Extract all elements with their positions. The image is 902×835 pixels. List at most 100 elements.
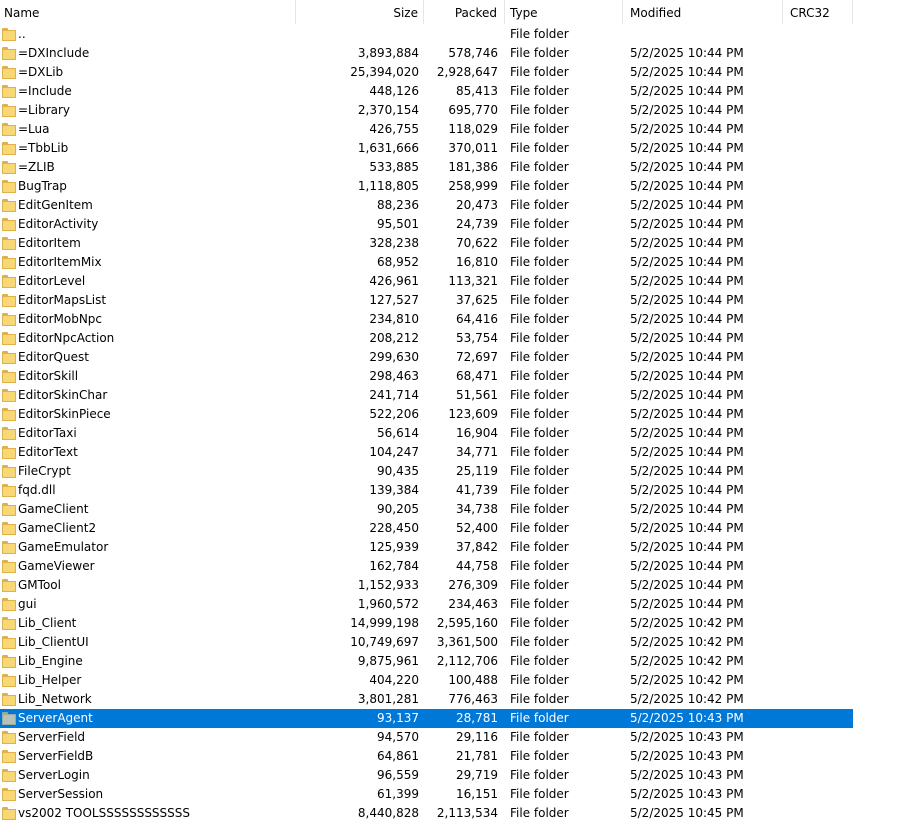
list-item[interactable]: Lib_Engine 9,875,961 2,112,706 File folder 5… (0, 652, 902, 671)
list-item[interactable]: EditorMapsList 127,527 37,625 File folder 5/… (0, 291, 902, 310)
item-packed: 24,739 (456, 217, 498, 231)
item-crc32 (790, 690, 850, 709)
list-item[interactable]: Lib_ClientUI 10,749,697 3,361,500 File fold… (0, 633, 902, 652)
item-size: 426,961 (369, 274, 419, 288)
column-header-size[interactable]: Size (296, 0, 424, 24)
list-item[interactable]: GMTool 1,152,933 276,309 File folder 5/2/202… (0, 576, 902, 595)
list-item[interactable]: EditorMobNpc 234,810 64,416 File folder 5/2/… (0, 310, 902, 329)
item-name: ServerLogin (18, 768, 90, 782)
list-item[interactable]: =Library 2,370,154 695,770 File folder 5/2/2… (0, 101, 902, 120)
list-item[interactable]: EditorLevel 426,961 113,321 File folder 5/2/… (0, 272, 902, 291)
list-item[interactable]: =DXLib 25,394,020 2,928,647 File folder 5/2/… (0, 63, 902, 82)
column-header-type[interactable]: Type (505, 0, 623, 24)
item-packed: 776,463 (448, 692, 498, 706)
list-item[interactable]: Lib_Helper 404,220 100,488 File folder 5/2/2… (0, 671, 902, 690)
list-item[interactable]: fqd.dll 139,384 41,739 File folder 5/2/2025 … (0, 481, 902, 500)
list-item[interactable]: gui 1,960,572 234,463 File folder 5/2/2025 1… (0, 595, 902, 614)
item-crc32 (790, 671, 850, 690)
list-item[interactable]: Lib_Network 3,801,281 776,463 File folder 5/… (0, 690, 902, 709)
list-item[interactable]: EditorActivity 95,501 24,739 File folder 5/2… (0, 215, 902, 234)
item-crc32 (790, 595, 850, 614)
list-item[interactable]: EditorTaxi 56,614 16,904 File folder 5/2/202… (0, 424, 902, 443)
item-modified: 5/2/2025 10:44 PM (630, 198, 744, 212)
list-item[interactable]: EditorQuest 299,630 72,697 File folder 5/2/2… (0, 348, 902, 367)
item-packed: 41,739 (456, 483, 498, 497)
column-header-crc32[interactable]: CRC32 (783, 0, 853, 24)
item-packed: 2,112,706 (436, 654, 498, 668)
item-size: 10,749,697 (350, 635, 419, 649)
list-item[interactable]: GameEmulator 125,939 37,842 File folder 5/2/… (0, 538, 902, 557)
item-type: File folder (510, 426, 569, 440)
list-item[interactable]: =Include 448,126 85,413 File folder 5/2/2025… (0, 82, 902, 101)
item-modified: 5/2/2025 10:44 PM (630, 426, 744, 440)
item-packed: 181,386 (448, 160, 498, 174)
list-item[interactable]: EditorSkinChar 241,714 51,561 File folder 5/… (0, 386, 902, 405)
item-modified: 5/2/2025 10:44 PM (630, 255, 744, 269)
item-name: gui (18, 597, 37, 611)
item-crc32 (790, 709, 850, 728)
list-item[interactable]: EditGenItem 88,236 20,473 File folder 5/2/20… (0, 196, 902, 215)
list-item[interactable]: .. File folder (0, 25, 902, 44)
file-list[interactable]: .. File folder =DXInclude 3,893,884 578,746 F… (0, 25, 902, 823)
item-type: File folder (510, 521, 569, 535)
list-item[interactable]: BugTrap 1,118,805 258,999 File folder 5/2/20… (0, 177, 902, 196)
item-name: GameClient (18, 502, 89, 516)
list-item[interactable]: Lib_Client 14,999,198 2,595,160 File folder… (0, 614, 902, 633)
item-name: EditorTaxi (18, 426, 77, 440)
item-packed: 16,810 (456, 255, 498, 269)
item-type: File folder (510, 198, 569, 212)
list-item[interactable]: ServerSession 61,399 16,151 File folder 5/2/… (0, 785, 902, 804)
item-packed: 16,151 (456, 787, 498, 801)
item-crc32 (790, 82, 850, 101)
list-item[interactable]: GameClient 90,205 34,738 File folder 5/2/202… (0, 500, 902, 519)
item-name: =Lua (18, 122, 50, 136)
item-crc32 (790, 804, 850, 823)
list-item[interactable]: GameClient2 228,450 52,400 File folder 5/2/2… (0, 519, 902, 538)
list-item[interactable]: EditorSkinPiece 522,206 123,609 File folder… (0, 405, 902, 424)
list-item[interactable]: vs2002 TOOLSSSSSSSSSSSS 8,440,828 2,113,53… (0, 804, 902, 823)
list-item[interactable]: =DXInclude 3,893,884 578,746 File folder 5/2… (0, 44, 902, 63)
item-packed: 100,488 (448, 673, 498, 687)
item-name: =Library (18, 103, 71, 117)
item-size: 533,885 (369, 160, 419, 174)
item-crc32 (790, 215, 850, 234)
list-item[interactable]: ServerAgent 93,137 28,781 File folder 5/2/20… (0, 709, 853, 728)
list-item[interactable]: EditorItemMix 68,952 16,810 File folder 5/2/… (0, 253, 902, 272)
list-item[interactable]: ServerField 94,570 29,116 File folder 5/2/20… (0, 728, 902, 747)
column-header-modified[interactable]: Modified (623, 0, 783, 24)
item-packed: 29,719 (456, 768, 498, 782)
item-name: EditorLevel (18, 274, 86, 288)
item-modified: 5/2/2025 10:44 PM (630, 122, 744, 136)
item-modified: 5/2/2025 10:44 PM (630, 141, 744, 155)
column-header-packed[interactable]: Packed (424, 0, 505, 24)
item-type: File folder (510, 445, 569, 459)
list-item[interactable]: EditorText 104,247 34,771 File folder 5/2/20… (0, 443, 902, 462)
list-item[interactable]: ServerLogin 96,559 29,719 File folder 5/2/20… (0, 766, 902, 785)
item-name: EditorText (18, 445, 78, 459)
folder-icon (2, 655, 16, 668)
list-item[interactable]: =ZLIB 533,885 181,386 File folder 5/2/2025 1… (0, 158, 902, 177)
column-header-name[interactable]: Name ^ (0, 0, 296, 24)
list-item[interactable]: GameViewer 162,784 44,758 File folder 5/2/20… (0, 557, 902, 576)
list-item[interactable]: =Lua 426,755 118,029 File folder 5/2/2025 10… (0, 120, 902, 139)
item-type: File folder (510, 369, 569, 383)
item-crc32 (790, 405, 850, 424)
item-type: File folder (510, 806, 569, 820)
item-modified: 5/2/2025 10:44 PM (630, 445, 744, 459)
item-type: File folder (510, 730, 569, 744)
item-type: File folder (510, 483, 569, 497)
list-item[interactable]: EditorItem 328,238 70,622 File folder 5/2/20… (0, 234, 902, 253)
list-item[interactable]: =TbbLib 1,631,666 370,011 File folder 5/2/20… (0, 139, 902, 158)
list-item[interactable]: ServerFieldB 64,861 21,781 File folder 5/2/2… (0, 747, 902, 766)
list-item[interactable]: FileCrypt 90,435 25,119 File folder 5/2/2025… (0, 462, 902, 481)
item-size: 234,810 (369, 312, 419, 326)
list-item[interactable]: EditorSkill 298,463 68,471 File folder 5/2/2… (0, 367, 902, 386)
item-packed: 2,113,534 (436, 806, 498, 820)
folder-icon (2, 617, 16, 630)
folder-icon (2, 47, 16, 60)
item-modified: 5/2/2025 10:44 PM (630, 46, 744, 60)
item-crc32 (790, 557, 850, 576)
list-item[interactable]: EditorNpcAction 208,212 53,754 File folder 5… (0, 329, 902, 348)
item-type: File folder (510, 141, 569, 155)
item-size: 64,861 (377, 749, 419, 763)
